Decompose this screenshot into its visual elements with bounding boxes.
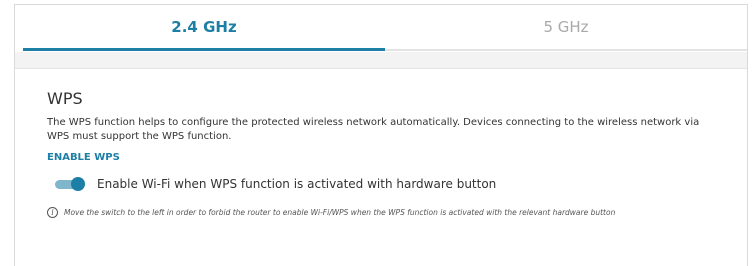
section-title: WPS — [47, 89, 83, 108]
tab-2-4ghz-label: 2.4 GHz — [171, 17, 237, 36]
tab-2-4ghz[interactable]: 2.4 GHz — [23, 5, 385, 51]
settings-panel: 2.4 GHz 5 GHz WPS The WPS function helps… — [14, 4, 748, 266]
tab-5ghz-label: 5 GHz — [543, 18, 589, 36]
band-tabs: 2.4 GHz 5 GHz — [23, 5, 747, 51]
section-divider — [15, 52, 747, 69]
tab-5ghz[interactable]: 5 GHz — [385, 5, 747, 51]
hardware-button-toggle[interactable] — [55, 177, 85, 191]
wps-section: WPS The WPS function helps to configure … — [15, 69, 747, 266]
hint-row: i Move the switch to the left in order t… — [47, 207, 715, 218]
hardware-button-setting: Enable Wi-Fi when WPS function is activa… — [47, 177, 715, 191]
enable-wps-link[interactable]: ENABLE WPS — [47, 152, 715, 163]
info-icon: i — [47, 207, 58, 218]
toggle-label: Enable Wi-Fi when WPS function is activa… — [97, 177, 497, 191]
hint-text: Move the switch to the left in order to … — [64, 208, 616, 217]
section-description: The WPS function helps to configure the … — [47, 117, 700, 142]
toggle-knob[interactable] — [71, 177, 85, 191]
